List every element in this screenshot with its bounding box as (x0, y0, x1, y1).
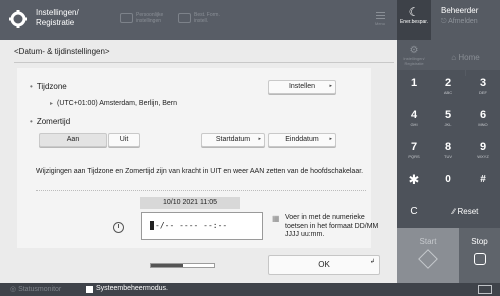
arrow-icon: ▸ (329, 136, 332, 142)
menu-button[interactable]: Menu (370, 10, 390, 34)
cursor (150, 221, 154, 230)
key-2[interactable]: 2 ABC (431, 70, 465, 102)
key-4[interactable]: 4 GHI (397, 102, 431, 134)
settings-gear-icon (8, 9, 28, 29)
moon-icon: ☾ (408, 5, 420, 19)
start-button[interactable]: Start (397, 228, 459, 283)
ok-button[interactable]: OK ↲ (268, 255, 380, 275)
key-7[interactable]: 7 PQRS (397, 134, 431, 166)
status-message: Systeembeheermodus. (96, 285, 168, 292)
key-star[interactable]: ✱ (397, 164, 431, 196)
reset-button[interactable]: ∕∕ Reset (431, 196, 500, 228)
timezone-label: Tijdzone (30, 82, 67, 91)
key-1[interactable]: 1 (397, 70, 431, 102)
home-icon: ⌂ (451, 53, 457, 62)
device-icon[interactable] (478, 285, 492, 294)
key-9[interactable]: 9 WXYZ (466, 134, 500, 166)
dst-on-button[interactable]: Aan (39, 133, 107, 147)
page-title-line2: Registratie (36, 18, 75, 27)
timezone-value: (UTC+01:00) Amsterdam, Berlijn, Bern (50, 100, 177, 107)
message-icon (86, 286, 93, 293)
divider (14, 62, 394, 63)
page-title: Instellingen/ Registratie (36, 8, 106, 28)
key-6[interactable]: 6 MNO (466, 102, 500, 134)
current-datetime: 10/10 2021 11:05 (140, 197, 240, 209)
key-clear[interactable]: C (397, 196, 431, 228)
personal-settings-icon (120, 13, 133, 23)
breadcrumb: <Datum- & tijdinstellingen> (14, 47, 110, 56)
start-icon (418, 249, 438, 269)
dst-label: Zomertijd (30, 117, 70, 126)
stop-icon (473, 253, 486, 265)
progress-bar (150, 263, 215, 268)
input-hint: Voer in met de numerieke toetsen in het … (285, 214, 379, 238)
clock-icon (113, 222, 124, 233)
favorite-settings-button[interactable]: Best. Form. instell. (194, 12, 220, 24)
page-title-line1: Instellingen/ (36, 8, 79, 17)
status-monitor-button[interactable]: ◎ Statusmonitor (10, 285, 61, 293)
logout-button[interactable]: ⎋ Afmelden (441, 18, 500, 26)
user-name: Beheerder (441, 6, 479, 15)
set-timezone-button[interactable]: Instellen ▸ (268, 80, 336, 94)
favorite-settings-icon (178, 13, 191, 23)
end-date-button[interactable]: Einddatum ▸ (268, 133, 336, 147)
key-0[interactable]: 0 (431, 164, 465, 196)
key-hash[interactable]: # (466, 164, 500, 196)
start-date-button[interactable]: Startdatum ▸ (201, 133, 265, 147)
dotted-divider (36, 190, 366, 191)
status-bar: ◎ Statusmonitor Systeembeheermodus. (0, 283, 500, 296)
key-5[interactable]: 5 JKL (431, 102, 465, 134)
keypad-hint-icon: ▦ (272, 214, 280, 223)
stop-button[interactable]: Stop (459, 228, 500, 283)
info-text: Wijzigingen aan Tijdzone en Zomertijd zi… (36, 168, 364, 175)
key-3[interactable]: 3 DEF (466, 70, 500, 102)
arrow-icon: ▸ (258, 136, 261, 142)
enter-icon: ↲ (369, 259, 375, 265)
dst-off-button[interactable]: Uit (108, 133, 140, 147)
main-panel: <Datum- & tijdinstellingen> (0, 40, 397, 283)
arrow-icon: ▸ (329, 83, 332, 89)
datetime-input[interactable]: -/-- ---- --:-- (141, 212, 263, 240)
personal-settings-button[interactable]: Persoonlijke instellingen (136, 12, 163, 24)
energy-saver-button[interactable]: ☾ Ener.bespar. (397, 0, 431, 40)
key-8[interactable]: 8 TUV (431, 134, 465, 166)
reset-icon: ∕∕ (452, 207, 456, 216)
top-bar: Instellingen/ Registratie Persoonlijke in… (0, 0, 397, 40)
gear-icon: ⚙ (409, 45, 419, 56)
user-area: Beheerder ⎋ Afmelden (431, 0, 500, 40)
menu-icon (370, 12, 390, 19)
progress-fill (151, 264, 183, 267)
